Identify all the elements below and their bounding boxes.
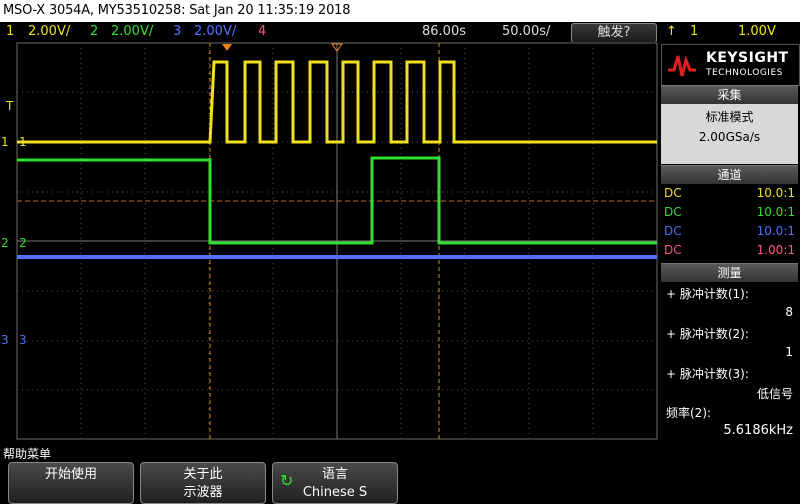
- acquire-rate: 2.00GSa/s: [698, 130, 761, 144]
- ch2-probe: 10.0:1: [756, 205, 795, 219]
- softkey-about-oscilloscope[interactable]: 关于此 示波器: [140, 462, 266, 504]
- ch1-ground-marker: 1: [1, 135, 9, 149]
- ch4-probe: 1.00:1: [756, 243, 795, 257]
- brand-name: KEYSIGHT: [706, 50, 789, 66]
- ch3-coupling: DC: [664, 224, 682, 238]
- keysight-wave-icon: [668, 55, 696, 77]
- trigger-marker-label: T: [5, 99, 14, 113]
- softkey-2-sub: 示波器: [183, 485, 223, 500]
- ch4-number[interactable]: 4: [258, 22, 266, 42]
- help-menu-label: 帮助菜单: [3, 447, 52, 461]
- ch1-scale[interactable]: 2.00V/: [28, 22, 70, 42]
- ch1-number[interactable]: 1: [6, 22, 14, 42]
- trigger-status-button[interactable]: 触发?: [571, 23, 657, 43]
- trigger-edge-icon: ↑: [666, 24, 677, 39]
- softkey-getting-started[interactable]: 开始使用: [8, 462, 134, 504]
- trigger-level[interactable]: 1.00V: [738, 22, 776, 42]
- ch1-label: 1: [19, 135, 27, 149]
- ch1-coupling: DC: [664, 186, 682, 200]
- acquire-header: 采集: [661, 85, 798, 104]
- brand-sub: TECHNOLOGIES: [706, 68, 783, 78]
- channel-status-bar: 1 2.00V/ 2 2.00V/ 3 2.00V/ 4 86.00s 50.0…: [0, 22, 800, 43]
- rotate-knob-icon: ↻: [280, 471, 294, 490]
- ch2-scale[interactable]: 2.00V/: [111, 22, 153, 42]
- measure-value-2: 1: [785, 345, 793, 359]
- ch3-scale[interactable]: 2.00V/: [194, 22, 236, 42]
- measure-label-4: 频率(2):: [666, 406, 712, 420]
- ch3-probe: 10.0:1: [756, 224, 795, 238]
- measure-header: 测量: [661, 263, 798, 282]
- ch3-label: 3: [19, 333, 27, 347]
- measure-section: + 脉冲计数(1): 8 + 脉冲计数(2): 1 + 脉冲计数(3): 低信号…: [661, 282, 798, 439]
- trigger-source[interactable]: 1: [690, 22, 698, 42]
- timebase-delay[interactable]: 86.00s: [422, 22, 466, 42]
- measure-label-2: + 脉冲计数(2):: [666, 327, 749, 341]
- softkey-1-label: 开始使用: [44, 467, 97, 482]
- measure-value-1: 8: [785, 305, 793, 319]
- channel-panel-header: 通道: [661, 165, 798, 184]
- acquire-mode: 标准模式: [705, 110, 754, 124]
- measure-label-3: + 脉冲计数(3):: [666, 367, 749, 381]
- measure-value-3: 低信号: [756, 387, 793, 401]
- ch3-number[interactable]: 3: [173, 22, 181, 42]
- softkey-language[interactable]: ↻ 语言 Chinese S: [272, 462, 398, 504]
- measure-label-1: + 脉冲计数(1):: [666, 287, 749, 301]
- ch2-label: 2: [19, 236, 27, 250]
- ch2-ground-marker: 2: [1, 236, 9, 250]
- timebase-scale[interactable]: 50.00s/: [502, 22, 550, 42]
- measure-value-4: 5.6186kHz: [723, 423, 793, 438]
- channel-panel-section: DC 10.0:1 DC 10.0:1 DC 10.0:1 DC 1.00:1: [661, 184, 798, 261]
- ch3-ground-marker: 3: [1, 333, 9, 347]
- ch4-coupling: DC: [664, 243, 682, 257]
- acquire-section: 标准模式 2.00GSa/s: [661, 104, 798, 164]
- ch2-coupling: DC: [664, 205, 682, 219]
- keysight-logo: KEYSIGHT TECHNOLOGIES: [661, 44, 800, 86]
- right-info-panel: KEYSIGHT TECHNOLOGIES 采集 标准模式 2.00GSa/s …: [659, 42, 800, 440]
- window-title: MSO-X 3054A, MY53510258: Sat Jan 20 11:3…: [3, 3, 351, 18]
- waveform-display[interactable]: T 1 1 2 2 3 3: [0, 42, 659, 440]
- softkey-2-label: 关于此: [183, 467, 223, 482]
- ch1-probe: 10.0:1: [756, 186, 795, 200]
- ch2-number[interactable]: 2: [90, 22, 98, 42]
- title-bar: MSO-X 3054A, MY53510258: Sat Jan 20 11:3…: [0, 0, 800, 22]
